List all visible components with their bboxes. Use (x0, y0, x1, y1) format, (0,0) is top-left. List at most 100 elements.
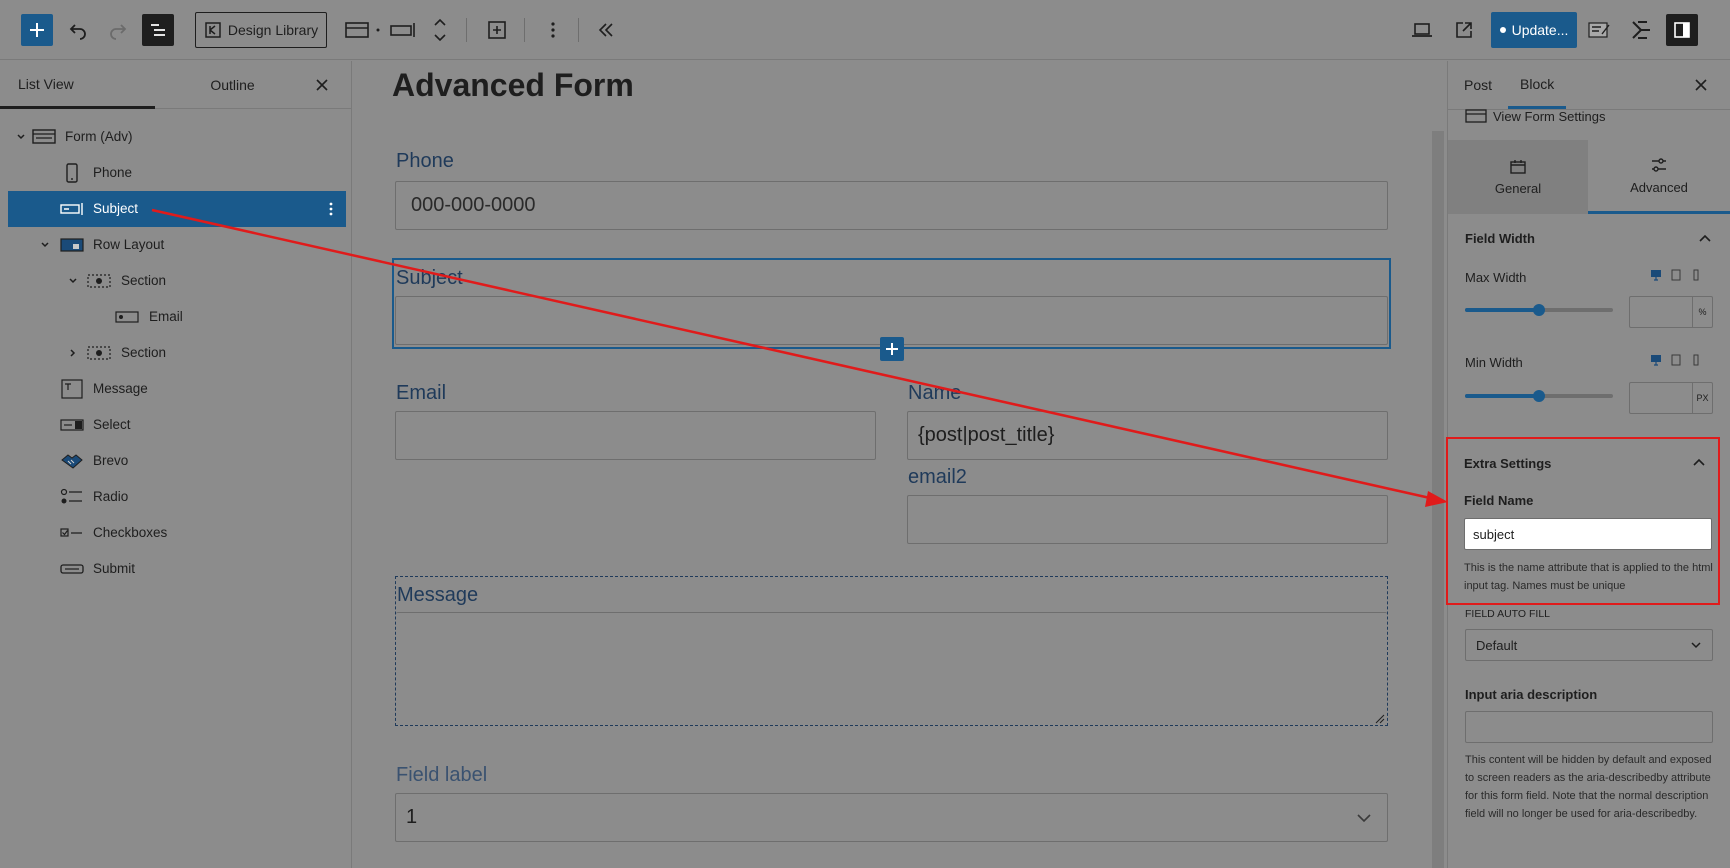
canvas-scrollbar[interactable] (1432, 131, 1444, 868)
auto-fill-select[interactable]: Default (1465, 629, 1713, 661)
design-library-button[interactable]: Design Library (195, 12, 327, 48)
tree-item-section-collapsed[interactable]: Section (8, 335, 346, 371)
chevron-down-icon[interactable] (66, 274, 80, 288)
tree-item-subject[interactable]: Subject (8, 191, 346, 227)
close-icon (1695, 79, 1707, 91)
select-field-label: Field label (396, 764, 488, 786)
tab-block[interactable]: Block (1508, 61, 1567, 109)
aria-description-input[interactable] (1465, 711, 1713, 743)
tab-outline[interactable]: Outline (155, 61, 310, 109)
view-form-settings-link[interactable]: View Form Settings (1465, 108, 1605, 124)
tree-item-radio[interactable]: Radio (8, 479, 346, 515)
message-textarea[interactable] (396, 612, 1387, 725)
tab-post[interactable]: Post (1464, 61, 1492, 109)
tree-item-label: Phone (93, 165, 133, 180)
max-width-input[interactable]: % (1629, 296, 1713, 328)
dot-separator-icon (374, 26, 382, 34)
chevron-up-down-icon (434, 18, 446, 42)
tree-item-message[interactable]: Message (8, 371, 346, 407)
field-name-input[interactable]: subject (1464, 518, 1712, 550)
insert-block-button[interactable] (483, 16, 511, 44)
tab-list-view[interactable]: List View (0, 61, 155, 109)
subject-label: Subject (396, 267, 463, 289)
submit-icon (60, 560, 84, 578)
chevron-down-icon[interactable] (14, 130, 28, 144)
block-options-button[interactable] (541, 16, 565, 44)
collapse-toolbar-button[interactable] (592, 16, 620, 44)
redo-button[interactable] (104, 16, 132, 44)
extra-settings-title[interactable]: Extra Settings (1464, 456, 1551, 471)
list-view-icon (151, 24, 165, 36)
resize-handle-icon[interactable] (1375, 714, 1385, 724)
tab-outline-label: Outline (210, 77, 255, 93)
desktop-icon[interactable] (1650, 354, 1662, 366)
tree-item-section[interactable]: Section (8, 263, 346, 299)
update-button[interactable]: Update... (1491, 12, 1577, 48)
undo-button[interactable] (64, 16, 92, 44)
close-settings-button[interactable] (1690, 74, 1712, 96)
tree-item-row-layout[interactable]: Row Layout (8, 227, 346, 263)
settings-sidebar-button[interactable] (1666, 14, 1698, 46)
tab-block-label: Block (1520, 75, 1555, 92)
section-icon (87, 272, 111, 290)
move-up-down-button[interactable] (426, 12, 454, 48)
tree-item-checkboxes[interactable]: Checkboxes (8, 515, 346, 551)
name-label: Name (908, 382, 962, 404)
close-list-view-button[interactable] (311, 74, 333, 96)
tree-item-select[interactable]: Select (8, 407, 346, 443)
text-field-block-button[interactable] (389, 16, 417, 44)
view-post-button[interactable] (1450, 16, 1478, 44)
block-options-kebab-icon[interactable] (328, 200, 334, 218)
text-field-icon (60, 200, 84, 218)
tree-item-label: Form (Adv) (65, 129, 133, 144)
phone-input[interactable]: 000-000-0000 (395, 181, 1388, 230)
editor-notes-button[interactable] (1586, 16, 1614, 44)
tree-item-submit[interactable]: Submit (8, 551, 346, 587)
page-title[interactable]: Advanced Form (392, 67, 634, 104)
min-width-slider[interactable] (1465, 390, 1613, 402)
max-width-label: Max Width (1465, 270, 1527, 285)
tab-general[interactable]: General (1448, 140, 1588, 214)
add-block-inline-button[interactable] (880, 337, 904, 361)
min-width-input[interactable]: PX (1629, 382, 1713, 414)
tree-item-email[interactable]: Email (8, 299, 346, 335)
field-width-title[interactable]: Field Width (1465, 231, 1535, 246)
tree-item-phone[interactable]: Phone (8, 155, 346, 191)
min-width-slider-thumb[interactable] (1533, 390, 1545, 402)
email2-input[interactable] (907, 495, 1388, 544)
radio-icon (60, 488, 84, 506)
tablet-icon[interactable] (1670, 354, 1682, 366)
max-width-unit[interactable]: % (1692, 297, 1712, 327)
name-input[interactable]: {post|post_title} (907, 411, 1388, 460)
document-overview-button[interactable] (142, 14, 174, 46)
design-library-label: Design Library (227, 22, 319, 38)
mobile-icon[interactable] (1690, 354, 1702, 366)
chevron-right-icon[interactable] (66, 346, 80, 360)
external-link-icon (1456, 22, 1472, 38)
chevron-up-icon[interactable] (1698, 232, 1712, 246)
form-icon (1465, 109, 1487, 123)
aria-description-help: This content will be hidden by default a… (1465, 754, 1712, 820)
tree-item-form-adv[interactable]: Form (Adv) (8, 119, 346, 155)
phone-icon (60, 163, 84, 183)
sidebar-icon (1674, 22, 1690, 38)
tablet-icon[interactable] (1670, 269, 1682, 281)
form-block-button[interactable] (343, 16, 371, 44)
desktop-icon[interactable] (1650, 269, 1662, 281)
min-width-unit[interactable]: PX (1692, 383, 1712, 413)
chevron-down-icon[interactable] (38, 238, 52, 252)
device-preview-button[interactable] (1408, 16, 1436, 44)
plugin-button[interactable] (1627, 16, 1655, 44)
tab-advanced[interactable]: Advanced (1588, 140, 1730, 214)
tree-item-brevo[interactable]: Brevo (8, 443, 346, 479)
design-library-icon (205, 22, 221, 38)
left-panel-tabs: List View Outline (0, 61, 351, 109)
device-toggle (1650, 354, 1702, 366)
add-block-button[interactable] (21, 14, 53, 46)
select-field-dropdown[interactable]: 1 (395, 793, 1388, 842)
max-width-slider-thumb[interactable] (1533, 304, 1545, 316)
mobile-icon[interactable] (1690, 269, 1702, 281)
chevron-up-icon[interactable] (1692, 456, 1706, 470)
email-input[interactable] (395, 411, 876, 460)
max-width-slider[interactable] (1465, 304, 1613, 316)
